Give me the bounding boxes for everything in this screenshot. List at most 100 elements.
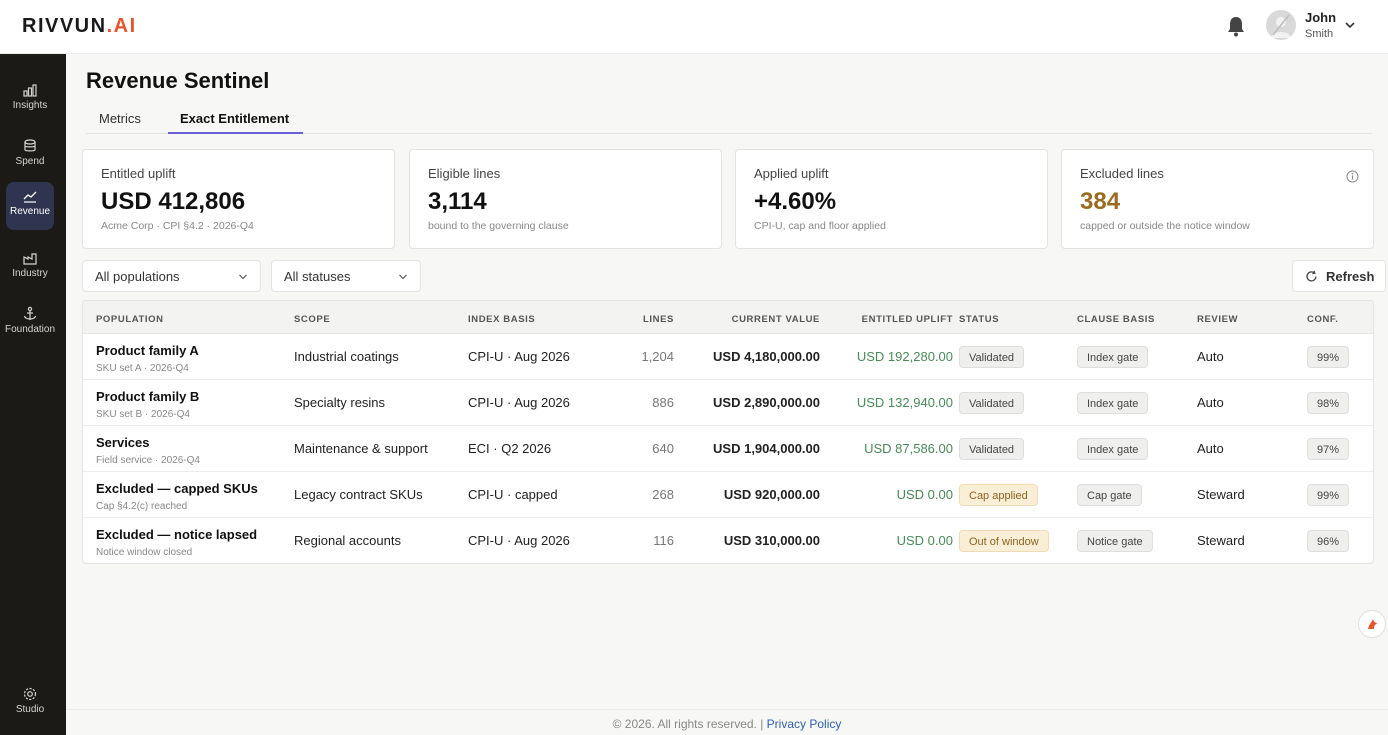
kpi-label: Eligible lines [428, 166, 501, 181]
column-header-status[interactable]: STATUS [959, 314, 999, 325]
entitled-uplift-cell: USD 87,586.00 [864, 441, 953, 456]
status-filter-value: All statuses [284, 269, 351, 284]
sidebar-item-label: Revenue [9, 206, 51, 217]
population-name: Product family B [96, 389, 200, 404]
lines-cell: 268 [652, 487, 674, 502]
lines-cell: 1,204 [641, 349, 674, 364]
table-header: POPULATION SCOPE INDEX BASIS LINES CURRE… [83, 301, 1373, 334]
sidebar-item-label: Foundation [4, 324, 56, 335]
refresh-button[interactable]: Refresh [1292, 260, 1386, 292]
chevron-down-icon [239, 274, 247, 280]
assistant-icon [1368, 619, 1378, 629]
sidebar-item-spend[interactable]: Spend [6, 132, 54, 180]
column-header-clause-basis[interactable]: CLAUSE BASIS [1077, 314, 1155, 325]
kpi-card-excluded-lines: Excluded lines 384 capped or outside the… [1061, 149, 1374, 249]
info-icon[interactable] [1346, 170, 1359, 183]
table-row[interactable]: Excluded — notice lapsed Notice window c… [83, 518, 1373, 563]
kpi-label: Applied uplift [754, 166, 829, 181]
kpi-subtext: CPI-U, cap and floor applied [754, 220, 886, 232]
table-row[interactable]: Product family A SKU set A · 2026-Q4 Ind… [83, 334, 1373, 380]
tab-bar: Metrics Exact Entitlement [86, 106, 1372, 134]
refresh-icon [1306, 270, 1317, 282]
assistant-button[interactable] [1358, 610, 1386, 638]
kpi-value: 384 [1080, 188, 1121, 215]
anchor-icon [23, 306, 37, 320]
population-subtext: SKU set A · 2026-Q4 [96, 363, 189, 374]
page-footer: © 2026. All rights reserved. | Privacy P… [66, 709, 1388, 735]
index-basis-cell: CPI-U · Aug 2026 [468, 349, 570, 364]
index-basis-cell: CPI-U · Aug 2026 [468, 533, 570, 548]
lines-cell: 886 [652, 395, 674, 410]
avatar[interactable] [1266, 10, 1296, 40]
scope-cell: Industrial coatings [294, 349, 399, 364]
sidebar-item-studio[interactable]: Studio [6, 680, 54, 728]
privacy-policy-link[interactable]: Privacy Policy [767, 717, 842, 731]
kpi-label: Entitled uplift [101, 166, 176, 181]
tab-exact-entitlement[interactable]: Exact Entitlement [180, 111, 289, 126]
kpi-card-eligible-lines: Eligible lines 3,114 bound to the govern… [409, 149, 722, 249]
bar-chart-icon [23, 84, 37, 97]
column-header-scope[interactable]: SCOPE [294, 314, 330, 325]
bell-icon[interactable] [1226, 15, 1246, 37]
column-header-lines[interactable]: LINES [613, 314, 674, 325]
sidebar-item-foundation[interactable]: Foundation [5, 300, 55, 348]
sidebar-item-label: Studio [15, 704, 45, 715]
refresh-label: Refresh [1326, 269, 1375, 284]
review-cell: Auto [1197, 441, 1224, 456]
column-header-conf[interactable]: CONF. [1307, 314, 1339, 325]
population-subtext: Cap §4.2(c) reached [96, 501, 188, 512]
population-name: Services [96, 435, 150, 450]
table-row[interactable]: Excluded — capped SKUs Cap §4.2(c) reach… [83, 472, 1373, 518]
gear-icon [23, 687, 37, 701]
kpi-value: 3,114 [428, 188, 487, 215]
current-value-cell: USD 310,000.00 [723, 533, 820, 548]
confidence-badge: 99% [1307, 484, 1350, 506]
current-value-cell: USD 1,904,000.00 [713, 441, 820, 456]
chevron-down-icon [399, 274, 407, 280]
column-header-review[interactable]: REVIEW [1197, 314, 1238, 325]
brand-logo[interactable]: RIVVUN.AI [22, 15, 137, 38]
sidebar-item-insights[interactable]: Insights [6, 76, 54, 124]
entitled-uplift-cell: USD 0.00 [896, 487, 953, 502]
kpi-value: USD 412,806 [101, 188, 246, 215]
chevron-down-icon[interactable] [1344, 19, 1356, 31]
sidebar-item-label: Industry [12, 268, 48, 279]
kpi-card-entitled-uplift: Entitled uplift USD 412,806 Acme Corp · … [82, 149, 395, 249]
kpi-subtext: capped or outside the notice window [1080, 220, 1250, 232]
status-badge: Validated [959, 438, 1025, 460]
user-first-name[interactable]: John [1305, 10, 1336, 25]
entitled-uplift-cell: USD 132,940.00 [856, 395, 953, 410]
column-header-index-basis[interactable]: INDEX BASIS [468, 314, 535, 325]
current-value-cell: USD 2,890,000.00 [713, 395, 820, 410]
population-name: Excluded — notice lapsed [96, 527, 258, 542]
review-cell: Steward [1197, 487, 1245, 502]
scope-cell: Legacy contract SKUs [294, 487, 423, 502]
entitled-uplift-cell: USD 0.00 [896, 533, 953, 548]
status-filter-select[interactable]: All statuses [271, 260, 421, 292]
column-header-entitled-uplift[interactable]: ENTITLED UPLIFT [839, 314, 953, 325]
population-name: Excluded — capped SKUs [96, 481, 258, 496]
review-cell: Auto [1197, 395, 1224, 410]
current-value-cell: USD 4,180,000.00 [713, 349, 820, 364]
column-header-current-value[interactable]: CURRENT VALUE [703, 314, 820, 325]
active-tab-indicator [168, 132, 303, 134]
tab-metrics[interactable]: Metrics [99, 111, 141, 126]
status-badge: Validated [959, 346, 1025, 368]
column-header-population[interactable]: POPULATION [96, 314, 164, 325]
table-row[interactable]: Services Field service · 2026-Q4 Mainten… [83, 426, 1373, 472]
scope-cell: Regional accounts [294, 533, 401, 548]
entitled-uplift-cell: USD 192,280.00 [856, 349, 953, 364]
clause-badge: Cap gate [1077, 484, 1142, 506]
kpi-label: Excluded lines [1080, 166, 1164, 181]
user-last-name[interactable]: Smith [1305, 28, 1333, 40]
sidebar-item-industry[interactable]: Industry [6, 244, 54, 292]
copyright-text: © 2026. All rights reserved. | [612, 717, 764, 731]
kpi-subtext: Acme Corp · CPI §4.2 · 2026-Q4 [101, 220, 254, 232]
index-basis-cell: ECI · Q2 2026 [468, 441, 552, 456]
confidence-badge: 96% [1307, 530, 1350, 552]
sidebar-item-revenue[interactable]: Revenue [6, 182, 54, 230]
clause-badge: Notice gate [1077, 530, 1153, 552]
sidebar-item-label: Insights [12, 100, 48, 111]
population-filter-select[interactable]: All populations [82, 260, 261, 292]
table-row[interactable]: Product family B SKU set B · 2026-Q4 Spe… [83, 380, 1373, 426]
